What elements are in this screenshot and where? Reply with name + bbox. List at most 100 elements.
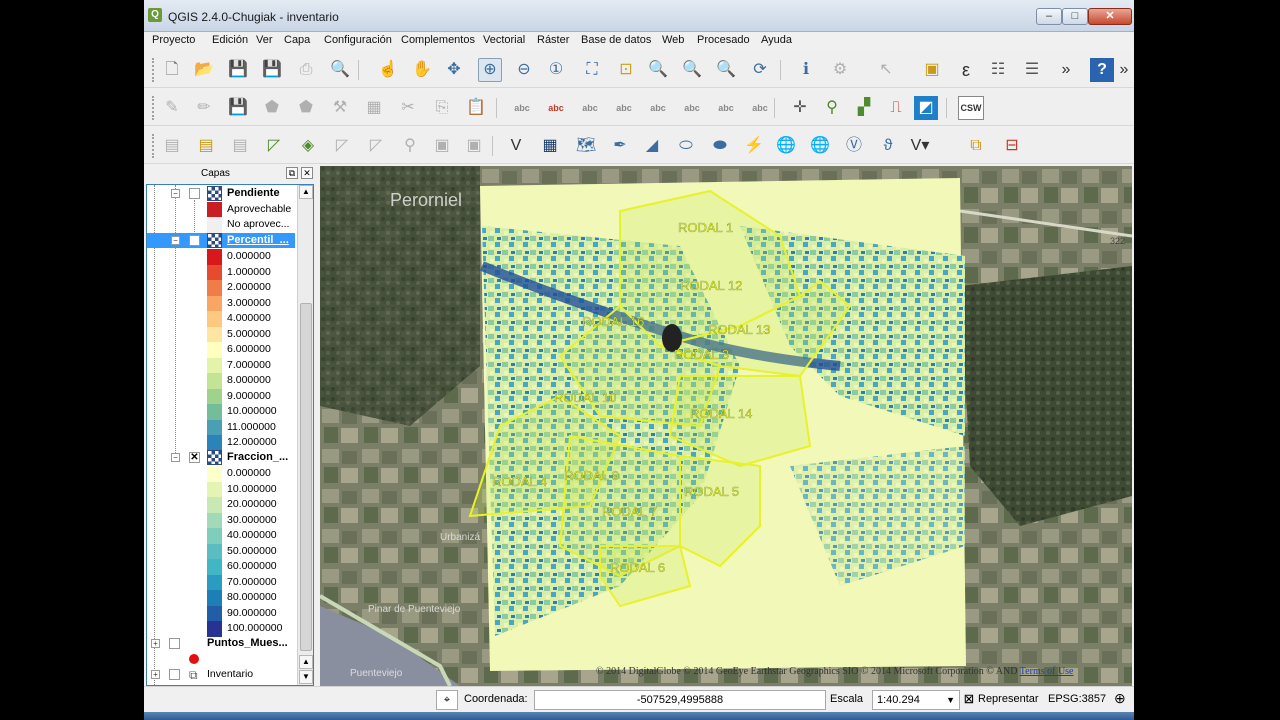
node-tool-icon[interactable]: ⚒ xyxy=(328,96,352,120)
show-hide-labels-icon[interactable]: abc xyxy=(646,96,670,120)
zoom-out-icon[interactable]: ⊖ xyxy=(512,58,536,82)
copy-features-icon[interactable]: ⎘ xyxy=(430,96,454,120)
current-edits-icon[interactable]: ✎ xyxy=(160,96,184,120)
new-layer-icon[interactable]: ⧉ xyxy=(964,134,988,158)
add-oracle-icon[interactable]: ◸ xyxy=(330,134,354,158)
statistics-icon[interactable]: ☰ xyxy=(1020,58,1044,82)
save-edits-icon[interactable]: 💾 xyxy=(226,96,250,120)
toggle-editing-icon[interactable]: ✏ xyxy=(192,96,216,120)
deselect-all-icon[interactable]: ▣ xyxy=(920,58,944,82)
add-spatialite-layer-icon[interactable]: ⬭ xyxy=(674,134,698,158)
menu-procesado[interactable]: Procesado xyxy=(697,34,750,46)
coordinate-field[interactable]: -507529,4995888 xyxy=(534,690,826,710)
change-label-icon[interactable]: abc xyxy=(748,96,772,120)
menu-configuracion[interactable]: Configuración xyxy=(324,34,392,46)
cut-features-icon[interactable]: ✂ xyxy=(396,96,420,120)
menu-ayuda[interactable]: Ayuda xyxy=(761,34,792,46)
add-db2-icon[interactable]: ◸ xyxy=(364,134,388,158)
openlayers-icon[interactable]: ◩ xyxy=(914,96,938,120)
scroll-up-icon[interactable]: ▲ xyxy=(299,185,313,199)
select-by-area-icon[interactable]: ↖ xyxy=(874,58,898,82)
rotate-label-icon[interactable]: abc xyxy=(714,96,738,120)
menu-ver[interactable]: Ver xyxy=(256,34,273,46)
plugin-tool-icon[interactable]: ⚲ xyxy=(820,96,844,120)
render-checkbox[interactable]: ☒ xyxy=(964,693,974,706)
add-wms-icon[interactable]: ▦ xyxy=(538,134,562,158)
collapse-icon[interactable]: − xyxy=(171,189,180,198)
select-features-icon[interactable]: ⚙ xyxy=(828,58,852,82)
toolbar-overflow-2[interactable]: » xyxy=(1116,58,1132,82)
save-as-icon[interactable]: 💾 xyxy=(260,58,284,82)
add-vector-dropdown-icon[interactable]: V▾ xyxy=(908,134,932,158)
add-wfs-icon[interactable]: ⚲ xyxy=(398,134,422,158)
scroll-thumb[interactable] xyxy=(300,303,312,651)
toolbar-grip[interactable] xyxy=(152,134,156,158)
toolbar-grip[interactable] xyxy=(152,58,156,82)
close-panel-icon[interactable]: ✕ xyxy=(301,167,313,179)
add-oracle-layer-icon[interactable]: 🌐 xyxy=(808,134,832,158)
add-virtual-layer-icon[interactable]: ✒ xyxy=(608,134,632,158)
add-gpx-icon[interactable]: ⚡ xyxy=(742,134,766,158)
new-shapefile-icon[interactable]: ▣ xyxy=(462,134,486,158)
layer-puntos-muestreo[interactable]: + Puntos_Mues... xyxy=(147,636,297,651)
add-wfs-layer-icon[interactable]: ◢ xyxy=(640,134,664,158)
add-mssql-icon[interactable]: ◈ xyxy=(296,134,320,158)
menu-complementos[interactable]: Complementos xyxy=(401,34,475,46)
collapse-icon[interactable]: − xyxy=(171,236,180,245)
layer-visibility-checkbox[interactable] xyxy=(189,235,200,246)
csw-icon[interactable]: CSW xyxy=(958,96,984,120)
new-print-composer-icon[interactable]: ⎙ xyxy=(294,58,318,82)
toolbar-overflow-1[interactable]: » xyxy=(1054,58,1078,82)
attribute-table-icon[interactable]: ☷ xyxy=(986,58,1010,82)
terms-of-use-link[interactable]: Terms of Use xyxy=(1020,666,1074,677)
remove-layer-icon[interactable]: ⊟ xyxy=(1000,134,1024,158)
refresh-icon[interactable]: ⟳ xyxy=(748,58,772,82)
layer-inventario[interactable]: + ⧉ Inventario xyxy=(147,667,297,682)
layer-visibility-checkbox[interactable] xyxy=(169,669,180,680)
menu-web[interactable]: Web xyxy=(662,34,684,46)
georeferencer-icon[interactable]: ⎍ xyxy=(884,96,908,120)
scale-combobox[interactable]: 1:40.294 ▼ xyxy=(872,690,960,710)
composer-manager-icon[interactable]: 🔍 xyxy=(328,58,352,82)
move-feature-icon[interactable]: ⬟ xyxy=(294,96,318,120)
zoom-next-icon[interactable]: 🔍 xyxy=(714,58,738,82)
zoom-to-selection-icon[interactable]: ⊡ xyxy=(614,58,638,82)
field-calculator-icon[interactable]: ε xyxy=(954,58,978,82)
paste-features-icon[interactable]: 📋 xyxy=(464,96,488,120)
undock-icon[interactable]: ⧉ xyxy=(286,167,298,179)
zoom-native-resolution-icon[interactable]: ① xyxy=(544,58,568,82)
layer-visibility-checkbox[interactable]: ✕ xyxy=(189,452,200,463)
add-db2-layer-icon[interactable]: Ⓥ xyxy=(842,134,866,158)
layer-percentil[interactable]: − Percentil_... xyxy=(147,233,295,248)
menu-proyecto[interactable]: Proyecto xyxy=(152,34,195,46)
add-raster-layer-icon[interactable]: ▤ xyxy=(194,134,218,158)
coordinate-capture-icon[interactable]: ✛ xyxy=(788,96,812,120)
menu-vectorial[interactable]: Vectorial xyxy=(483,34,525,46)
zoom-to-layer-icon[interactable]: 🔍 xyxy=(646,58,670,82)
delete-selected-icon[interactable]: ▦ xyxy=(362,96,386,120)
add-web-layer-icon[interactable]: 🌐 xyxy=(774,134,798,158)
touch-zoom-icon[interactable]: ☝ xyxy=(376,58,400,82)
minimize-button[interactable]: – xyxy=(1036,8,1062,25)
layer-fraccion[interactable]: − ✕ Fraccion_... xyxy=(147,450,297,465)
map-canvas[interactable]: RODAL 1 RODAL 12 RODAL 16 RODAL 13 RODAL… xyxy=(320,166,1132,686)
new-project-icon[interactable]: 🗋 xyxy=(160,58,184,82)
layer-visibility-checkbox[interactable] xyxy=(189,188,200,199)
menu-capa[interactable]: Capa xyxy=(284,34,310,46)
layer-tree-scrollbar[interactable]: ▲ ▲ ▼ xyxy=(297,185,313,685)
add-wcs-layer-icon[interactable]: 🗺 xyxy=(574,134,598,158)
zoom-last-icon[interactable]: 🔍 xyxy=(680,58,704,82)
add-delimited-text-icon[interactable]: V xyxy=(504,134,528,158)
maximize-button[interactable]: □ xyxy=(1062,8,1088,25)
add-wcs-icon[interactable]: ▣ xyxy=(430,134,454,158)
menu-raster[interactable]: Ráster xyxy=(537,34,569,46)
pan-map-icon[interactable]: ✋ xyxy=(410,58,434,82)
menu-edicion[interactable]: Edición xyxy=(212,34,248,46)
add-gps-icon[interactable]: ϑ xyxy=(876,134,900,158)
geotag-icon[interactable]: ▞ xyxy=(852,96,876,120)
collapse-icon[interactable]: − xyxy=(171,453,180,462)
layer-visibility-checkbox[interactable] xyxy=(169,638,180,649)
layer-diagram-icon[interactable]: abc xyxy=(544,96,568,120)
scroll-down-icon[interactable]: ▼ xyxy=(299,670,313,684)
toolbar-grip[interactable] xyxy=(152,96,156,120)
